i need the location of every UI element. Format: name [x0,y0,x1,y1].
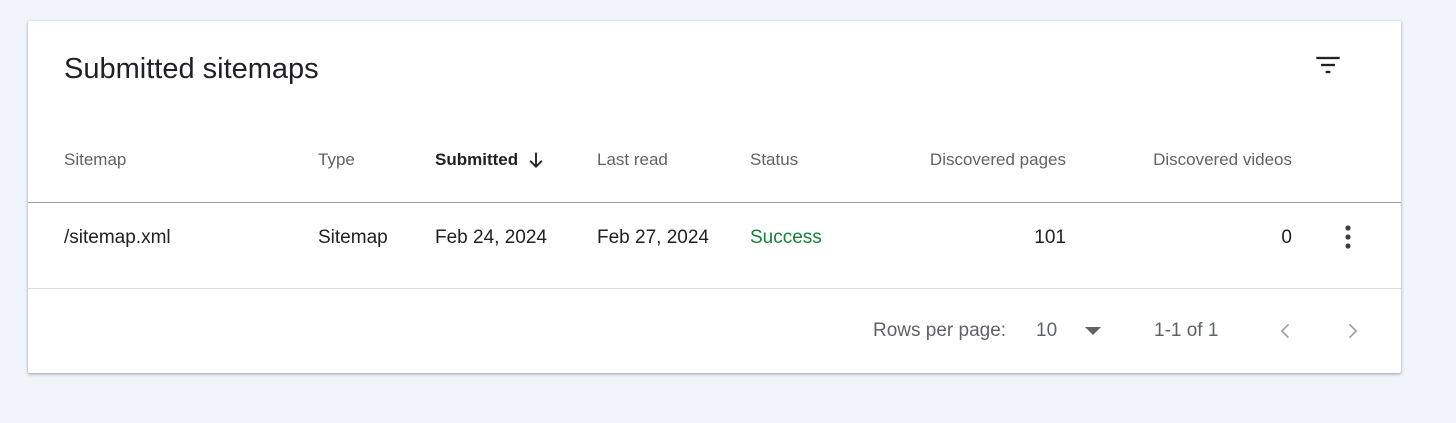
more-vert-icon [1345,225,1351,249]
filter-list-icon [1316,56,1340,74]
rows-per-page-select[interactable]: 10 [1028,313,1108,349]
row-menu-button[interactable] [1328,217,1368,257]
cell-discovered-pages: 101 [1034,227,1066,248]
column-header-discovered-pages[interactable]: Discovered pages [888,148,1066,172]
column-header-discovered-videos[interactable]: Discovered videos [1118,148,1292,172]
column-header-type[interactable]: Type [318,148,355,172]
column-header-submitted[interactable]: Submitted [435,148,546,172]
column-header-sitemap[interactable]: Sitemap [64,148,126,172]
card-title: Submitted sitemaps [64,53,319,85]
submitted-sitemaps-card: Submitted sitemaps Sitemap Type Submitte… [28,21,1401,373]
dropdown-caret-icon [1085,327,1102,335]
footer-divider [28,288,1401,289]
arrow-down-icon [529,152,543,168]
previous-page-button[interactable] [1268,313,1304,349]
header-divider [28,202,1401,203]
chevron-right-icon [1348,323,1358,339]
column-header-status[interactable]: Status [750,148,798,172]
rows-per-page-label: Rows per page: [873,320,1007,341]
cell-discovered-videos: 0 [1281,227,1292,248]
cell-last-read: Feb 27, 2024 [597,227,709,248]
chevron-left-icon [1280,323,1290,339]
next-page-button[interactable] [1334,313,1370,349]
cell-sitemap: /sitemap.xml [64,227,171,248]
cell-submitted: Feb 24, 2024 [435,227,547,248]
rows-per-page-value: 10 [1036,320,1058,341]
status-badge: Success [750,227,822,248]
column-header-submitted-label: Submitted [435,150,519,169]
filter-button[interactable] [1308,45,1348,85]
column-header-last-read[interactable]: Last read [597,148,668,172]
cell-type: Sitemap [318,227,388,248]
pagination-range: 1-1 of 1 [1154,320,1219,341]
